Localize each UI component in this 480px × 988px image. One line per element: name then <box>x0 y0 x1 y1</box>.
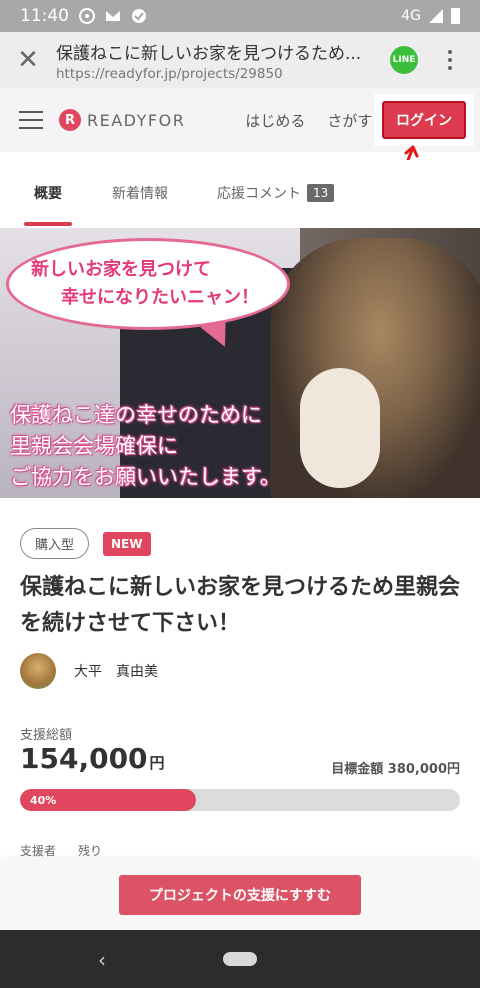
progress-fill: 40% <box>20 789 196 811</box>
project-owner[interactable]: 大平 真由美 <box>20 653 158 689</box>
hero-caption-line-3: ご協力をお願いいたします。 <box>10 465 281 489</box>
project-info: 購入型 NEW 保護ねこに新しいお家を見つけるため里親会を続けさせて下さい！ 大… <box>0 498 480 858</box>
tab-comments[interactable]: 応援コメント 13 <box>217 160 335 226</box>
network-label: 4G <box>401 8 421 24</box>
status-time: 11:40 <box>20 6 69 26</box>
battery-icon <box>451 8 460 24</box>
hero-caption-line-2: 里親会会場確保に <box>10 434 178 458</box>
remaining-label: 残り <box>78 844 103 858</box>
line-share-icon[interactable]: LINE <box>390 46 418 74</box>
project-stats: 支援者 残り <box>20 842 102 859</box>
progress-bar: 40% <box>20 789 460 811</box>
comments-count-badge: 13 <box>307 184 335 202</box>
project-title: 保護ねこに新しいお家を見つけるため里親会を続けさせて下さい！ <box>20 575 461 636</box>
home-icon[interactable] <box>223 952 257 966</box>
tab-overview[interactable]: 概要 <box>24 160 72 226</box>
funding-unit: 円 <box>149 754 165 772</box>
support-project-button[interactable]: プロジェクトの支援にすすむ <box>119 875 361 915</box>
login-button[interactable]: ログイン <box>382 101 466 139</box>
funding-amount: 154,000 円 <box>20 742 165 775</box>
hero-caption-line-1: 保護ねこ達の幸せのために <box>10 403 262 427</box>
nav-start-link[interactable]: はじめる <box>245 110 305 131</box>
site-header: R READYFOR はじめる さがす ログイン <box>0 88 480 152</box>
login-highlight-frame: ログイン <box>374 94 474 146</box>
checkmark-icon <box>131 8 147 24</box>
close-icon[interactable]: ✕ <box>0 32 56 88</box>
owner-name[interactable]: 大平 真由美 <box>74 661 158 681</box>
gmail-icon <box>105 8 121 24</box>
readyfor-logo[interactable]: R READYFOR <box>59 109 185 131</box>
speech-line-2: 幸せになりたいニャン！ <box>61 287 259 308</box>
speech-line-1: 新しいお家を見つけて <box>31 259 211 280</box>
hero-image: 新しいお家を見つけて 幸せになりたいニャン！ 保護ねこ達の幸せのために 里親会会… <box>0 228 480 498</box>
new-badge: NEW <box>103 531 151 556</box>
funding-label: 支援総額 <box>20 728 73 743</box>
speech-bubble: 新しいお家を見つけて 幸せになりたいニャン！ <box>6 238 290 330</box>
goal-amount: 目標金額 380,000円 <box>331 762 460 777</box>
browser-url: https://readyfor.jp/projects/29850 <box>56 65 283 82</box>
tab-comments-label: 応援コメント <box>217 186 301 202</box>
android-navigation-bar: ‹ <box>0 930 480 988</box>
youtube-music-icon <box>79 8 95 24</box>
tab-news[interactable]: 新着情報 <box>112 160 168 226</box>
browser-page-title: 保護ねこに新しいお家を見つけるため... <box>56 43 362 64</box>
more-options-icon[interactable] <box>442 50 458 70</box>
hero-caption: 保護ねこ達の幸せのために 里親会会場確保に ご協力をお願いいたします。 <box>10 400 281 493</box>
status-bar: 11:40 4G <box>0 0 480 32</box>
tab-news-label: 新着情報 <box>112 186 168 202</box>
cta-bar: プロジェクトの支援にすすむ <box>0 860 480 930</box>
funding-amount-value: 154,000 <box>20 742 148 775</box>
back-icon[interactable]: ‹ <box>98 948 106 972</box>
avatar[interactable] <box>20 653 56 689</box>
browser-toolbar: ✕ 保護ねこに新しいお家を見つけるため... https://readyfor.… <box>0 32 480 88</box>
tab-overview-label: 概要 <box>34 186 62 202</box>
supporters-label: 支援者 <box>20 844 57 858</box>
project-type-tag: 購入型 <box>20 528 90 559</box>
url-block[interactable]: 保護ねこに新しいお家を見つけるため... https://readyfor.jp… <box>56 39 390 82</box>
signal-icon <box>429 9 443 23</box>
logo-text: READYFOR <box>87 110 186 130</box>
logo-mark: R <box>59 109 81 131</box>
hamburger-menu-icon[interactable] <box>19 111 43 129</box>
progress-label: 40% <box>30 793 57 807</box>
nav-search-link[interactable]: さがす <box>327 110 372 131</box>
project-tabs: 概要 新着情報 応援コメント 13 <box>0 160 480 226</box>
